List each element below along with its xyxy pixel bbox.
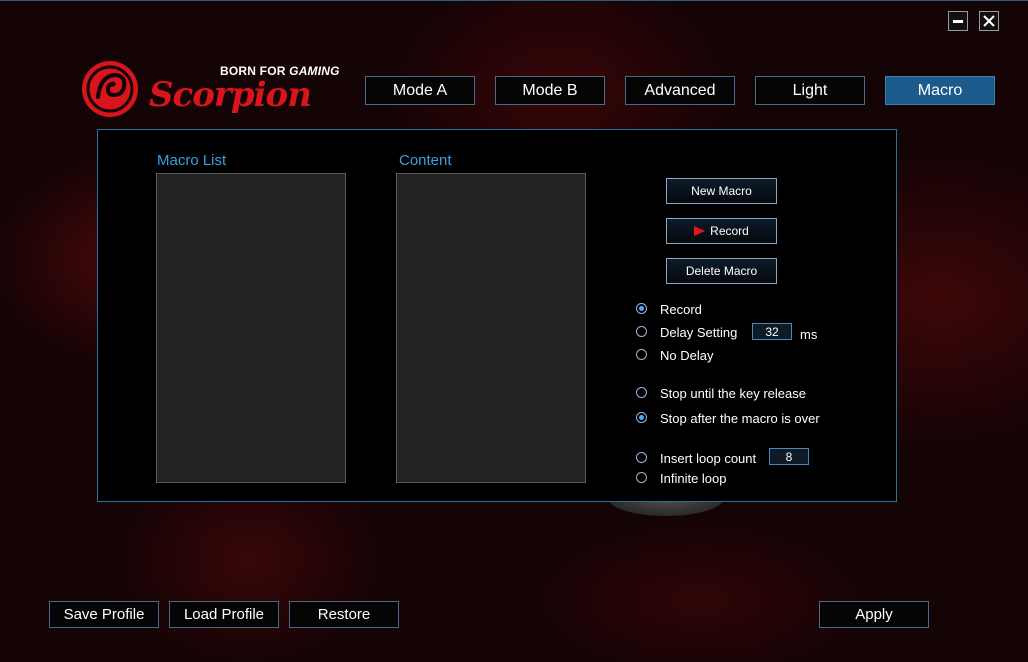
radio-label: Stop until the key release (660, 386, 806, 401)
loop-count-input[interactable] (769, 448, 809, 465)
radio-label: Infinite loop (660, 471, 727, 486)
delay-ms-input[interactable] (752, 323, 792, 340)
record-button-label: Record (710, 224, 749, 238)
close-icon (983, 15, 995, 27)
record-button[interactable]: Record (666, 218, 777, 244)
content-label: Content (399, 152, 452, 169)
macro-panel: Macro List Content New Macro Record Dele… (97, 129, 897, 502)
macro-list-box[interactable] (156, 173, 346, 483)
radio-label: No Delay (660, 348, 714, 363)
restore-button[interactable]: Restore (289, 601, 399, 628)
radio-button[interactable] (636, 412, 647, 423)
window-top-border (0, 0, 1028, 1)
close-button[interactable] (979, 11, 999, 31)
radio-button[interactable] (636, 303, 647, 314)
minimize-button[interactable] (948, 11, 968, 31)
new-macro-button[interactable]: New Macro (666, 178, 777, 204)
radio-button[interactable] (636, 326, 647, 337)
brand-logo: BORN FOR GAMING Scorpion (80, 55, 340, 125)
minimize-icon (953, 19, 963, 23)
tab-mode-b[interactable]: Mode B (495, 76, 605, 105)
radio-button[interactable] (636, 472, 647, 483)
brand-wordmark: Scorpion (149, 75, 312, 115)
radio-button[interactable] (636, 387, 647, 398)
tab-mode-a[interactable]: Mode A (365, 76, 475, 105)
tab-light[interactable]: Light (755, 76, 865, 105)
radio-label: Delay Setting (660, 325, 738, 340)
radio-button[interactable] (636, 349, 647, 360)
delete-macro-button[interactable]: Delete Macro (666, 258, 777, 284)
radio-button[interactable] (636, 452, 647, 463)
content-list-box[interactable] (396, 173, 586, 483)
delay-unit: ms (800, 327, 818, 342)
tab-macro[interactable]: Macro (885, 76, 995, 105)
record-icon (694, 226, 706, 236)
radio-label: Record (660, 302, 702, 317)
save-profile-button[interactable]: Save Profile (49, 601, 159, 628)
tab-advanced[interactable]: Advanced (625, 76, 735, 105)
radio-label: Stop after the macro is over (660, 411, 820, 426)
radio-label: Insert loop count (660, 451, 757, 466)
scorpion-emblem-icon (82, 61, 138, 117)
apply-button[interactable]: Apply (819, 601, 929, 628)
macro-list-label: Macro List (157, 152, 227, 169)
load-profile-button[interactable]: Load Profile (169, 601, 279, 628)
